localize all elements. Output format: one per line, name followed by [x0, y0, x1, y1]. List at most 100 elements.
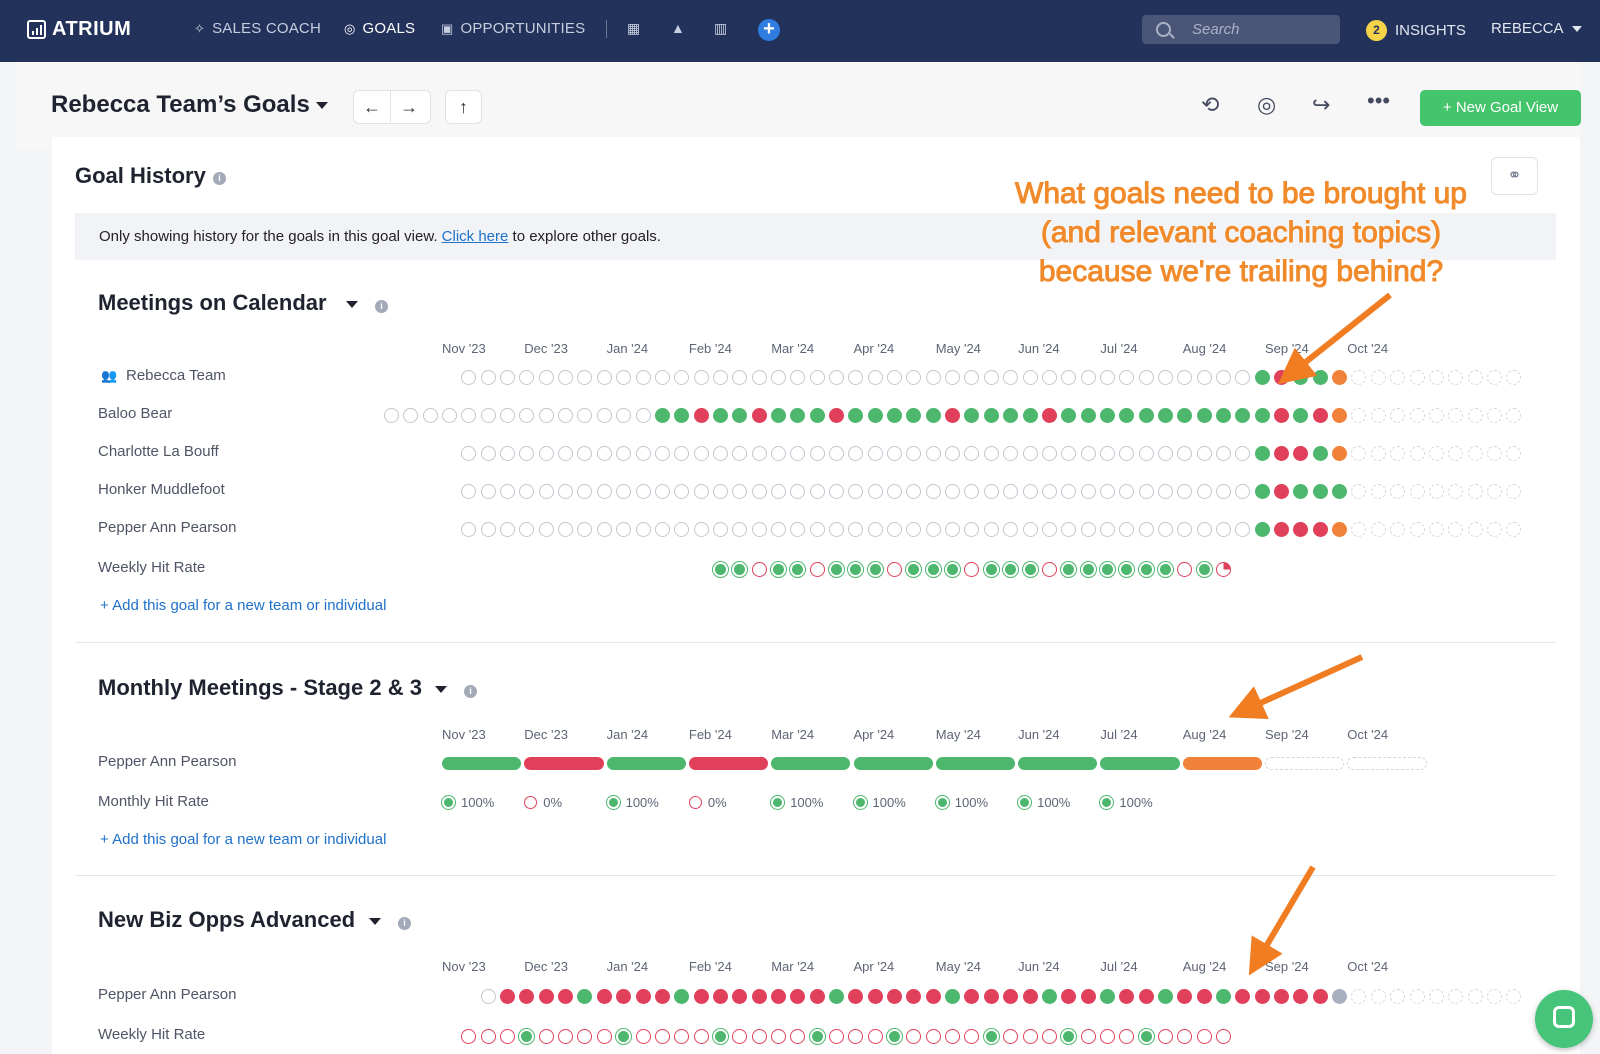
week-dot[interactable] — [1332, 989, 1348, 1004]
hit-rate-dot[interactable] — [1099, 562, 1115, 577]
week-dot[interactable] — [1312, 989, 1328, 1004]
week-dot[interactable] — [1312, 446, 1328, 461]
week-dot[interactable] — [1022, 522, 1038, 537]
week-dot[interactable] — [500, 408, 516, 423]
goal-title[interactable]: New Biz Opps Advanced — [98, 907, 355, 933]
week-dot[interactable] — [867, 446, 883, 461]
week-dot[interactable] — [983, 989, 999, 1004]
hit-rate-dot[interactable] — [867, 562, 883, 577]
week-dot[interactable] — [1370, 522, 1386, 537]
week-dot[interactable] — [1428, 522, 1444, 537]
hit-rate-dot[interactable] — [500, 1029, 516, 1044]
week-dot[interactable] — [596, 989, 612, 1004]
week-dot[interactable] — [500, 370, 516, 385]
week-dot[interactable] — [867, 484, 883, 499]
hit-rate-dot[interactable] — [1157, 562, 1173, 577]
week-dot[interactable] — [1428, 446, 1444, 461]
chevron-down-icon[interactable] — [346, 301, 358, 308]
week-dot[interactable] — [635, 370, 651, 385]
hit-rate-dot[interactable] — [751, 562, 767, 577]
hit-rate-dot[interactable] — [693, 1029, 709, 1044]
week-dot[interactable] — [1080, 522, 1096, 537]
week-dot[interactable] — [1428, 484, 1444, 499]
hit-rate-dot[interactable] — [983, 1029, 999, 1044]
week-dot[interactable] — [1196, 484, 1212, 499]
week-dot[interactable] — [1138, 522, 1154, 537]
week-dot[interactable] — [1409, 484, 1425, 499]
week-dot[interactable] — [596, 408, 612, 423]
week-dot[interactable] — [442, 408, 457, 423]
week-dot[interactable] — [1157, 446, 1173, 461]
week-dot[interactable] — [925, 484, 941, 499]
week-dot[interactable] — [809, 484, 825, 499]
week-dot[interactable] — [1486, 408, 1502, 423]
hit-rate-dot[interactable] — [751, 1029, 767, 1044]
week-dot[interactable] — [538, 446, 554, 461]
week-dot[interactable] — [480, 522, 496, 537]
week-dot[interactable] — [693, 370, 709, 385]
up-button[interactable]: ↑ — [445, 90, 482, 124]
hit-rate-dot[interactable] — [1138, 1029, 1154, 1044]
week-dot[interactable] — [654, 522, 670, 537]
week-dot[interactable] — [1428, 989, 1444, 1004]
monthly-hit[interactable]: 0% — [524, 795, 562, 810]
share-icon[interactable]: ↪ — [1312, 92, 1330, 118]
week-dot[interactable] — [1370, 446, 1386, 461]
more-icon[interactable]: ••• — [1367, 88, 1390, 114]
month-bar[interactable] — [442, 757, 522, 770]
week-dot[interactable] — [1216, 522, 1231, 537]
week-dot[interactable] — [1254, 370, 1270, 385]
hit-rate-dot[interactable] — [809, 562, 825, 577]
monthly-hit[interactable]: 100% — [935, 795, 988, 810]
hit-rate-dot[interactable] — [1138, 562, 1154, 577]
hit-rate-dot[interactable] — [925, 1029, 941, 1044]
week-dot[interactable] — [480, 408, 496, 423]
week-dot[interactable] — [867, 989, 883, 1004]
chevron-down-icon[interactable] — [316, 102, 328, 109]
week-dot[interactable] — [809, 446, 825, 461]
week-dot[interactable] — [558, 408, 574, 423]
week-dot[interactable] — [1486, 446, 1502, 461]
week-dot[interactable] — [1041, 408, 1057, 423]
week-dot[interactable] — [558, 989, 574, 1004]
week-dot[interactable] — [770, 446, 786, 461]
week-dot[interactable] — [693, 408, 709, 423]
hit-rate-dot[interactable] — [925, 562, 941, 577]
week-dot[interactable] — [480, 370, 496, 385]
hit-rate-dot[interactable] — [1216, 562, 1231, 577]
week-dot[interactable] — [1196, 989, 1212, 1004]
week-dot[interactable] — [422, 408, 438, 423]
week-dot[interactable] — [829, 370, 844, 385]
week-dot[interactable] — [1274, 484, 1290, 499]
week-dot[interactable] — [1022, 446, 1038, 461]
week-dot[interactable] — [1274, 446, 1290, 461]
monthly-hit[interactable]: 100% — [1100, 795, 1153, 810]
week-dot[interactable] — [480, 446, 496, 461]
week-dot[interactable] — [1196, 522, 1212, 537]
week-dot[interactable] — [1099, 484, 1115, 499]
hit-rate-dot[interactable] — [1080, 562, 1096, 577]
week-dot[interactable] — [538, 989, 554, 1004]
monthly-hit[interactable]: 100% — [606, 795, 659, 810]
week-dot[interactable] — [1312, 484, 1328, 499]
click-here-link[interactable]: Click here — [442, 228, 509, 245]
nav-opportunities[interactable]: ▣ OPPORTUNITIES — [441, 20, 585, 37]
add-goal-link[interactable]: + Add this goal for a new team or indivi… — [100, 831, 386, 848]
week-dot[interactable] — [1370, 370, 1386, 385]
week-dot[interactable] — [983, 484, 999, 499]
month-bar[interactable] — [1265, 757, 1345, 770]
week-dot[interactable] — [635, 989, 651, 1004]
week-dot[interactable] — [712, 484, 728, 499]
week-dot[interactable] — [867, 408, 883, 423]
hit-rate-dot[interactable] — [480, 1029, 496, 1044]
week-dot[interactable] — [1467, 522, 1483, 537]
week-dot[interactable] — [770, 989, 786, 1004]
week-dot[interactable] — [829, 484, 844, 499]
week-dot[interactable] — [1080, 484, 1096, 499]
week-dot[interactable] — [1022, 408, 1038, 423]
week-dot[interactable] — [635, 484, 651, 499]
week-dot[interactable] — [945, 408, 961, 423]
week-dot[interactable] — [1099, 989, 1115, 1004]
week-dot[interactable] — [712, 989, 728, 1004]
week-dot[interactable] — [500, 989, 516, 1004]
